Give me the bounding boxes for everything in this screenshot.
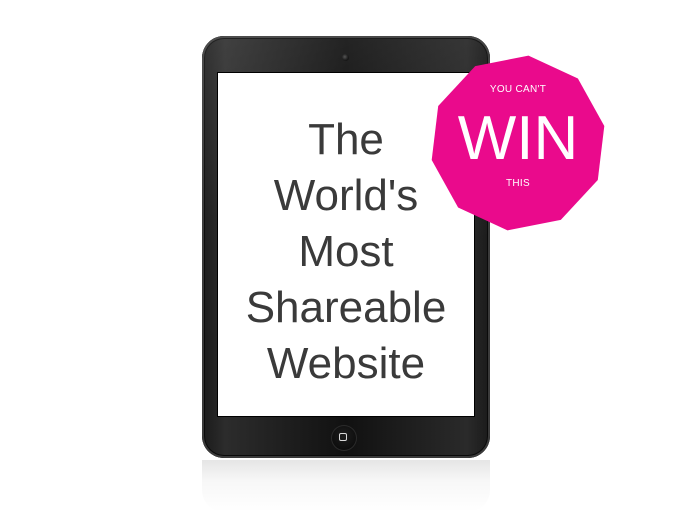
home-square-icon: [339, 433, 347, 441]
badge-main-text: WIN: [457, 104, 579, 173]
tablet-reflection: [202, 460, 490, 512]
headline-line-5: Website: [266, 339, 426, 388]
badge-bottom-text: THIS: [506, 178, 530, 189]
badge: YOU CAN'T WIN THIS: [427, 52, 609, 234]
headline-line-4: Shareable: [245, 283, 447, 332]
badge-top-text: YOU CAN'T: [489, 84, 547, 95]
page-stage: The World's Most Shareable Website YOU C…: [0, 0, 700, 512]
camera-icon: [342, 54, 349, 61]
